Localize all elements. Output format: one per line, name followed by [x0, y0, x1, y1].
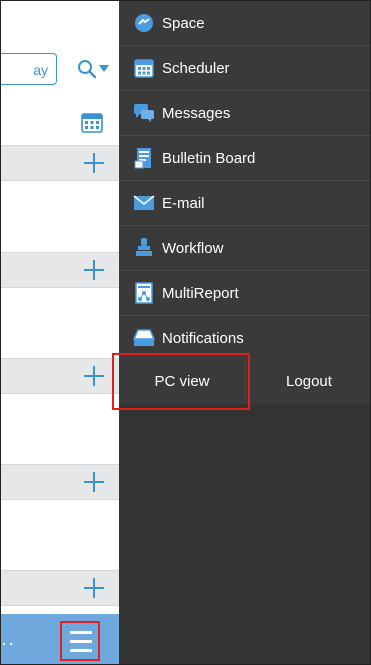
app-frame: ay .. Space Scheduler Messages Bulletin …	[0, 0, 371, 665]
menu-action-row: PC view Logout	[119, 359, 370, 404]
space-icon	[133, 12, 155, 34]
menu-item-label: E-mail	[162, 194, 205, 212]
section-header	[1, 358, 119, 394]
add-icon[interactable]	[83, 259, 105, 281]
logout-button[interactable]: Logout	[246, 359, 370, 404]
calendar-icon[interactable]	[81, 111, 103, 133]
hamburger-icon	[70, 631, 92, 658]
menu-item-label: Workflow	[162, 239, 224, 257]
menu-item-bulletin-board[interactable]: Bulletin Board	[119, 136, 370, 181]
email-icon	[133, 192, 155, 214]
menu-item-label: Bulletin Board	[162, 149, 256, 167]
notifications-icon	[133, 327, 155, 349]
messages-icon	[133, 102, 155, 124]
more-dots[interactable]: ..	[1, 628, 16, 651]
search-icon[interactable]	[77, 59, 97, 79]
menu-item-label: Notifications	[162, 329, 244, 347]
add-icon[interactable]	[83, 471, 105, 493]
menu-item-email[interactable]: E-mail	[119, 181, 370, 226]
pc-view-button[interactable]: PC view	[119, 359, 246, 404]
calendar-icon	[133, 57, 155, 79]
menu-item-notifications[interactable]: Notifications	[119, 316, 370, 361]
menu-item-label: MultiReport	[162, 284, 239, 302]
chevron-down-icon[interactable]	[99, 65, 109, 73]
side-menu: Space Scheduler Messages Bulletin Board	[119, 1, 370, 664]
day-view-button[interactable]: ay	[1, 53, 57, 85]
menu-toggle-button[interactable]	[60, 621, 100, 661]
multireport-icon	[133, 282, 155, 304]
section-header	[1, 252, 119, 288]
menu-item-scheduler[interactable]: Scheduler	[119, 46, 370, 91]
bulletin-board-icon	[133, 147, 155, 169]
menu-item-messages[interactable]: Messages	[119, 91, 370, 136]
menu-item-label: Space	[162, 14, 205, 32]
menu-item-workflow[interactable]: Workflow	[119, 226, 370, 271]
workflow-icon	[133, 237, 155, 259]
add-icon[interactable]	[83, 152, 105, 174]
menu-item-label: Scheduler	[162, 59, 230, 77]
add-icon[interactable]	[83, 577, 105, 599]
add-icon[interactable]	[83, 365, 105, 387]
search-dropdown[interactable]	[75, 57, 115, 81]
section-header	[1, 464, 119, 500]
section-header	[1, 570, 119, 606]
top-toolbar: ay	[1, 1, 119, 141]
menu-item-space[interactable]: Space	[119, 1, 370, 46]
menu-item-multireport[interactable]: MultiReport	[119, 271, 370, 316]
section-header	[1, 145, 119, 181]
background-app: ay ..	[1, 1, 119, 664]
menu-item-label: Messages	[162, 104, 231, 122]
